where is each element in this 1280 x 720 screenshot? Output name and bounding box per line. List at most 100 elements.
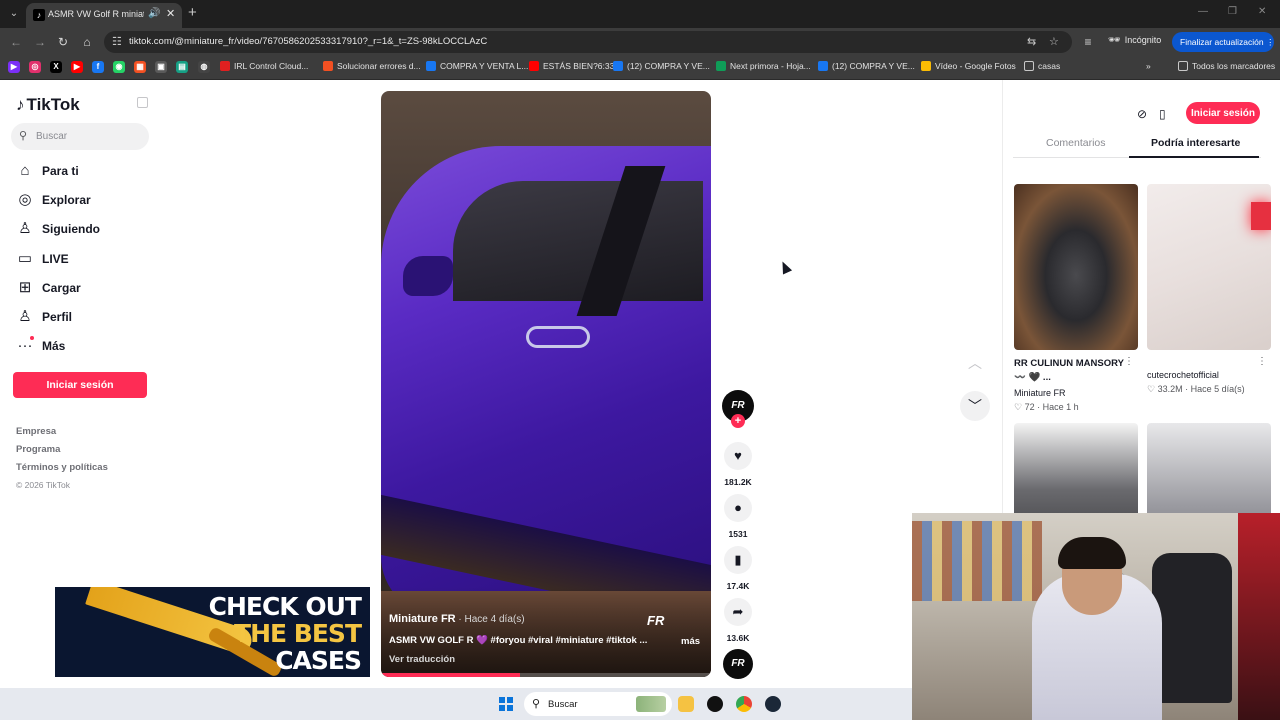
site-info-icon[interactable]: ☷ (112, 35, 122, 48)
nav-label: Explorar (42, 193, 91, 207)
bookmark-item[interactable]: (12) COMPRA Y VE... (818, 61, 915, 71)
tab-close-icon[interactable]: ✕ (166, 7, 175, 20)
translate-button[interactable]: Ver traducción (389, 654, 455, 665)
footer-link-terminos[interactable]: Términos y políticas (16, 462, 108, 473)
bookmarks-overflow-icon[interactable]: » (1146, 61, 1151, 71)
search-highlight-image (636, 696, 666, 712)
facebook-icon[interactable]: f (92, 61, 104, 73)
bookmark-item[interactable]: Next primora - Hoja... (716, 61, 811, 71)
following-icon: ♙ (18, 220, 32, 237)
card-author[interactable]: Miniature FR (1014, 388, 1066, 398)
video-thumbnail[interactable] (1014, 184, 1138, 350)
video-author[interactable]: Miniature FR · Hace 4 día(s) (389, 613, 525, 625)
restore-icon[interactable]: ❐ (1228, 6, 1237, 17)
music-disc[interactable]: FR (723, 649, 753, 679)
card-meta: ♡ 33.2M · Hace 5 día(s) (1147, 384, 1245, 394)
sidebar-login-button[interactable]: Iniciar sesión (13, 372, 147, 398)
collapse-sidebar-icon[interactable] (137, 97, 148, 108)
address-url[interactable]: tiktok.com/@miniature_fr/video/767058620… (129, 36, 487, 47)
home-button-icon[interactable]: ⌂ (79, 34, 95, 50)
card-title[interactable]: RR CULINUN MANSORY 〰️ 🖤 ... (1014, 357, 1124, 385)
forward-icon[interactable]: → (32, 34, 48, 50)
bookmark-app-icon[interactable]: ▶ (8, 61, 20, 73)
new-tab-button[interactable]: + (188, 5, 197, 21)
video-thumbnail[interactable] (1147, 184, 1271, 350)
next-video-chevron-down-icon[interactable]: ﹀ (960, 391, 990, 421)
bookmark-item[interactable]: IRL Control Cloud... (220, 61, 308, 71)
card-meta: ♡ 72 · Hace 1 h (1014, 402, 1079, 412)
nav-item-perfil[interactable]: ♙ Perfil (16, 307, 146, 329)
nav-label: Para ti (42, 164, 79, 178)
caption-more-button[interactable]: más (681, 636, 700, 647)
windows-start-icon[interactable] (499, 697, 513, 711)
like-button[interactable]: ♥ (724, 442, 752, 470)
bookmark-item[interactable]: ESTÁS BIEN?6:33 (529, 61, 614, 71)
tab-search-icon[interactable]: ⌄ (6, 6, 22, 22)
reload-icon[interactable]: ↻ (55, 34, 71, 50)
bookmark-star-icon[interactable]: ☆ (1049, 35, 1059, 48)
tab-may-interest[interactable]: Podría interesarte (1151, 137, 1240, 157)
nav-item-cargar[interactable]: ⊞ Cargar (16, 278, 146, 300)
minimize-icon[interactable]: — (1198, 6, 1208, 17)
video-player[interactable]: Miniature FR · Hace 4 día(s) ASMR VW GOL… (381, 91, 711, 677)
card-author[interactable]: cutecrochetofficial (1147, 370, 1219, 380)
video-progress-fill (381, 673, 520, 677)
address-bar[interactable]: ☷ tiktok.com/@miniature_fr/video/7670586… (104, 31, 1072, 53)
bookmark-item[interactable]: (12) COMPRA Y VE... (613, 61, 710, 71)
incognito-indicator[interactable]: 🕶 Incógnito (1108, 35, 1161, 46)
video-progress-bar[interactable] (381, 673, 711, 677)
steam-icon[interactable] (765, 696, 781, 712)
search-input[interactable] (36, 127, 144, 146)
chrome-icon[interactable] (736, 696, 752, 712)
save-button[interactable]: ▮ (724, 546, 752, 574)
video-watermark: FR (647, 613, 665, 628)
bookmark-item[interactable]: Solucionar errores d... (323, 61, 421, 71)
share-button[interactable]: ➦ (724, 598, 752, 626)
mobile-device-icon[interactable]: ▯ (1159, 107, 1166, 121)
bookmark-generic-icon[interactable]: ▣ (155, 61, 167, 73)
tab-audio-icon[interactable]: 🔊 (148, 8, 160, 19)
tab-comments[interactable]: Comentarios (1046, 137, 1106, 157)
nav-item-siguiendo[interactable]: ♙ Siguiendo (16, 219, 146, 241)
update-button[interactable]: Finalizar actualización ⋮ (1172, 32, 1275, 52)
close-window-icon[interactable]: ✕ (1258, 6, 1266, 17)
nav-item-live[interactable]: ▭ LIVE (16, 249, 146, 271)
footer-link-empresa[interactable]: Empresa (16, 426, 56, 437)
card-more-icon[interactable]: ⋮ (1257, 356, 1267, 367)
browser-toolbar: ← → ↻ ⌂ ☷ tiktok.com/@miniature_fr/video… (0, 28, 1280, 56)
tiktok-logo[interactable]: ♪ TikTok (16, 95, 80, 115)
file-explorer-icon[interactable] (678, 696, 694, 712)
comment-button[interactable]: ● (724, 494, 752, 522)
bookmark-favicon-icon (921, 61, 931, 71)
reading-list-icon[interactable]: ≡ (1080, 34, 1096, 50)
taskbar-search[interactable]: ⚲ Buscar (524, 692, 672, 716)
bookmark-item[interactable]: COMPRA Y VENTA L... (426, 61, 528, 71)
translate-icon[interactable]: ⇆ (1027, 35, 1036, 48)
tiktok-app-icon[interactable] (707, 696, 723, 712)
previous-video-chevron-up-icon[interactable]: ︿ (960, 348, 990, 378)
whatsapp-icon[interactable]: ◉ (113, 61, 125, 73)
nav-item-mas[interactable]: ··· Más (16, 336, 146, 358)
browser-tab-active[interactable]: ♪ ASMR VW Golf R miniature 🔊 ✕ (26, 3, 182, 28)
globe-icon[interactable]: ◍ (198, 61, 210, 73)
video-author-name: Miniature FR (389, 613, 456, 625)
bookmark-item[interactable]: Vídeo - Google Fotos (921, 61, 1016, 71)
nav-item-explorar[interactable]: ◎ Explorar (16, 190, 146, 212)
bookmark-app2-icon[interactable]: ▤ (176, 61, 188, 73)
all-bookmarks-folder[interactable]: Todos los marcadores (1178, 61, 1275, 71)
microsoft-icon[interactable]: ▦ (134, 61, 146, 73)
explore-compass-icon[interactable]: ⊘ (1137, 107, 1147, 121)
nav-item-para-ti[interactable]: ⌂ Para ti (16, 161, 146, 183)
back-icon[interactable]: ← (8, 34, 24, 50)
search-box: ⚲ (11, 123, 149, 150)
footer-link-programa[interactable]: Programa (16, 444, 60, 455)
nav-label: Más (42, 339, 66, 353)
card-more-icon[interactable]: ⋮ (1124, 356, 1134, 367)
header-login-button[interactable]: Iniciar sesión (1186, 102, 1260, 124)
bookmark-label: ESTÁS BIEN?6:33 (543, 61, 615, 71)
follow-plus-icon[interactable]: + (731, 414, 745, 428)
instagram-icon[interactable]: ◎ (29, 61, 41, 73)
youtube-icon[interactable]: ▶ (71, 61, 83, 73)
x-icon[interactable]: X (50, 61, 62, 73)
bookmark-folder[interactable]: casas (1024, 61, 1060, 71)
